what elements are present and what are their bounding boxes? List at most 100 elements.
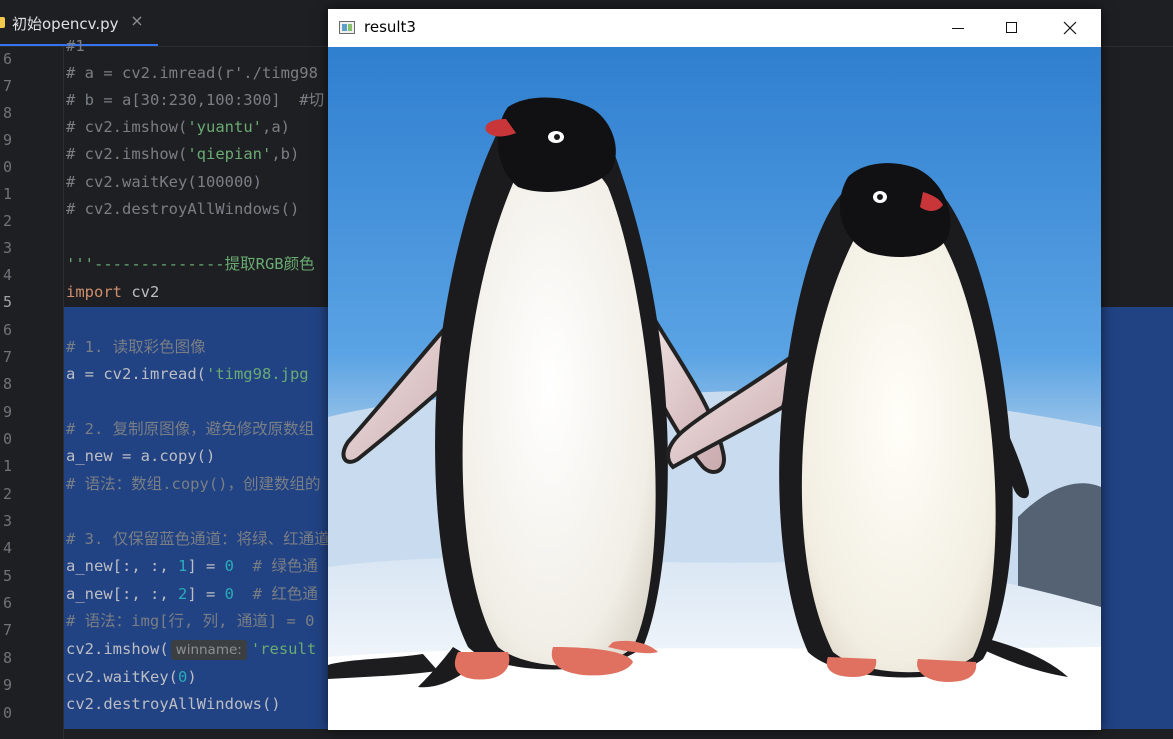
code-line: # 语法：数组.copy()，创建数组的 bbox=[66, 471, 321, 498]
code-line: # cv2.waitKey(100000) bbox=[66, 169, 262, 196]
editor-tab-label: 初始opencv.py bbox=[12, 15, 119, 33]
code-line: # a = cv2.imread(r'./timg98 bbox=[66, 60, 318, 87]
code-comment: # cv2.imshow( bbox=[66, 145, 188, 163]
code-text: a_new[:, :, bbox=[66, 557, 178, 575]
code-line: '''--------------提取RGB颜色 bbox=[66, 251, 315, 278]
parameter-hint: winname: bbox=[170, 640, 247, 660]
code-text: cv2.destroyAllWindows() bbox=[66, 695, 281, 713]
line-number: 0 bbox=[2, 430, 12, 448]
code-line: cv2.waitKey(0) bbox=[66, 664, 197, 691]
screen: 初始opencv.py × 6 7 8 9 0 1 2 3 4 5 6 7 8 … bbox=[0, 0, 1173, 739]
line-number: 8 bbox=[2, 649, 12, 667]
window-titlebar[interactable]: result3 bbox=[328, 9, 1101, 48]
line-number: 7 bbox=[2, 77, 12, 95]
line-number: 8 bbox=[2, 375, 12, 393]
maximize-button[interactable] bbox=[989, 9, 1035, 47]
line-number: 4 bbox=[2, 539, 12, 557]
code-comment: #1 bbox=[66, 37, 94, 55]
code-comment: # 绿色通 bbox=[234, 557, 318, 575]
code-string: 'qiepian' bbox=[187, 145, 272, 163]
code-comment: # cv2.waitKey(100000) bbox=[66, 173, 262, 191]
line-number: 9 bbox=[2, 676, 12, 694]
code-text: a_new[:, :, bbox=[66, 585, 178, 603]
code-line: # 语法：img[行, 列, 通道] = 0 bbox=[66, 608, 314, 635]
code-line: # b = a[30:230,100:300] #切 bbox=[66, 87, 324, 114]
code-line: import cv2 bbox=[66, 279, 159, 306]
code-number: 0 bbox=[224, 557, 234, 575]
code-line: # cv2.imshow('qiepian',b) bbox=[66, 141, 299, 168]
code-comment: # 红色通 bbox=[234, 585, 318, 603]
code-comment: # 3. 仅保留蓝色通道：将绿、红通道 bbox=[66, 530, 330, 548]
code-comment: # a = cv2.imread(r'./timg98 bbox=[66, 64, 318, 82]
code-comment: # b = a[30:230,100:300] #切 bbox=[66, 91, 325, 109]
line-number: 7 bbox=[2, 621, 12, 639]
line-number: 9 bbox=[2, 403, 12, 421]
code-text: a = cv2.imread( bbox=[66, 365, 206, 383]
close-button[interactable] bbox=[1047, 9, 1093, 47]
line-number: 2 bbox=[2, 485, 12, 503]
code-keyword: import bbox=[66, 283, 122, 301]
tab-close-icon[interactable]: × bbox=[128, 11, 146, 31]
code-line: # 3. 仅保留蓝色通道：将绿、红通道 bbox=[66, 526, 330, 553]
code-line: # cv2.imshow('yuantu',a) bbox=[66, 114, 290, 141]
line-number-gutter: 6 7 8 9 0 1 2 3 4 5 6 7 8 9 0 1 2 3 4 5 … bbox=[0, 47, 64, 739]
code-comment: # cv2.destroyAllWindows() bbox=[66, 200, 300, 218]
code-text: ) bbox=[187, 668, 197, 686]
code-text: a_new = a.copy() bbox=[66, 447, 216, 465]
code-comment: ,a) bbox=[261, 118, 290, 136]
code-line: a_new[:, :, 1] = 0 # 绿色通 bbox=[66, 553, 318, 580]
code-comment: # 语法：img[行, 列, 通道] = 0 bbox=[66, 612, 315, 630]
line-number: 7 bbox=[2, 348, 12, 366]
line-number: 0 bbox=[2, 158, 12, 176]
line-number: 6 bbox=[2, 321, 12, 339]
minimize-icon bbox=[952, 28, 964, 29]
code-string: 'timg98.jpg bbox=[205, 365, 309, 383]
line-number: 6 bbox=[2, 50, 12, 68]
code-number: 1 bbox=[177, 557, 188, 575]
code-text: cv2.waitKey( bbox=[66, 668, 178, 686]
code-line: cv2.imshow(winname:'result bbox=[66, 636, 316, 663]
code-string: 'result bbox=[250, 640, 317, 658]
window-title: result3 bbox=[364, 18, 416, 36]
penguins-photo bbox=[328, 47, 1101, 730]
code-line: #1 bbox=[66, 33, 94, 60]
code-line: # cv2.destroyAllWindows() bbox=[66, 196, 299, 223]
code-string: 'yuantu' bbox=[187, 118, 262, 136]
code-docstring: '''--------------提取RGB颜色 bbox=[66, 255, 315, 273]
line-number: 5 bbox=[2, 567, 12, 585]
code-number: 0 bbox=[177, 668, 188, 686]
code-text: cv2 bbox=[122, 283, 160, 301]
maximize-icon bbox=[1006, 22, 1017, 33]
close-icon bbox=[1063, 21, 1077, 35]
code-line: # 2. 复制原图像，避免修改原数组 bbox=[66, 416, 314, 443]
code-line: a_new[:, :, 2] = 0 # 红色通 bbox=[66, 581, 318, 608]
code-line: a = cv2.imread('timg98.jpg bbox=[66, 361, 309, 388]
code-comment: # cv2.imshow( bbox=[66, 118, 188, 136]
code-line: cv2.destroyAllWindows() bbox=[66, 691, 281, 718]
code-text: cv2.imshow( bbox=[66, 640, 169, 658]
line-number: 8 bbox=[2, 104, 12, 122]
displayed-image bbox=[328, 47, 1101, 730]
python-file-icon bbox=[0, 17, 5, 28]
line-number: 3 bbox=[2, 239, 12, 257]
code-comment: # 2. 复制原图像，避免修改原数组 bbox=[66, 420, 315, 438]
minimize-button[interactable] bbox=[935, 9, 981, 47]
code-line: # 1. 读取彩色图像 bbox=[66, 334, 206, 361]
code-comment: ,b) bbox=[271, 145, 300, 163]
code-number: 2 bbox=[177, 585, 188, 603]
code-comment: # 语法：数组.copy()，创建数组的 bbox=[66, 475, 321, 493]
line-number: 1 bbox=[2, 185, 12, 203]
opencv-image-window[interactable]: result3 bbox=[328, 9, 1101, 730]
code-number: 0 bbox=[224, 585, 234, 603]
line-number: 4 bbox=[2, 266, 12, 284]
image-window-icon bbox=[339, 21, 355, 34]
line-number: 9 bbox=[2, 131, 12, 149]
code-line: a_new = a.copy() bbox=[66, 443, 215, 470]
line-number: 2 bbox=[2, 212, 12, 230]
line-number: 1 bbox=[2, 457, 12, 475]
code-text: ] = bbox=[187, 585, 225, 603]
code-text: ] = bbox=[187, 557, 225, 575]
line-number-current: 5 bbox=[2, 293, 12, 311]
code-comment: # 1. 读取彩色图像 bbox=[66, 338, 206, 356]
line-number: 6 bbox=[2, 594, 12, 612]
